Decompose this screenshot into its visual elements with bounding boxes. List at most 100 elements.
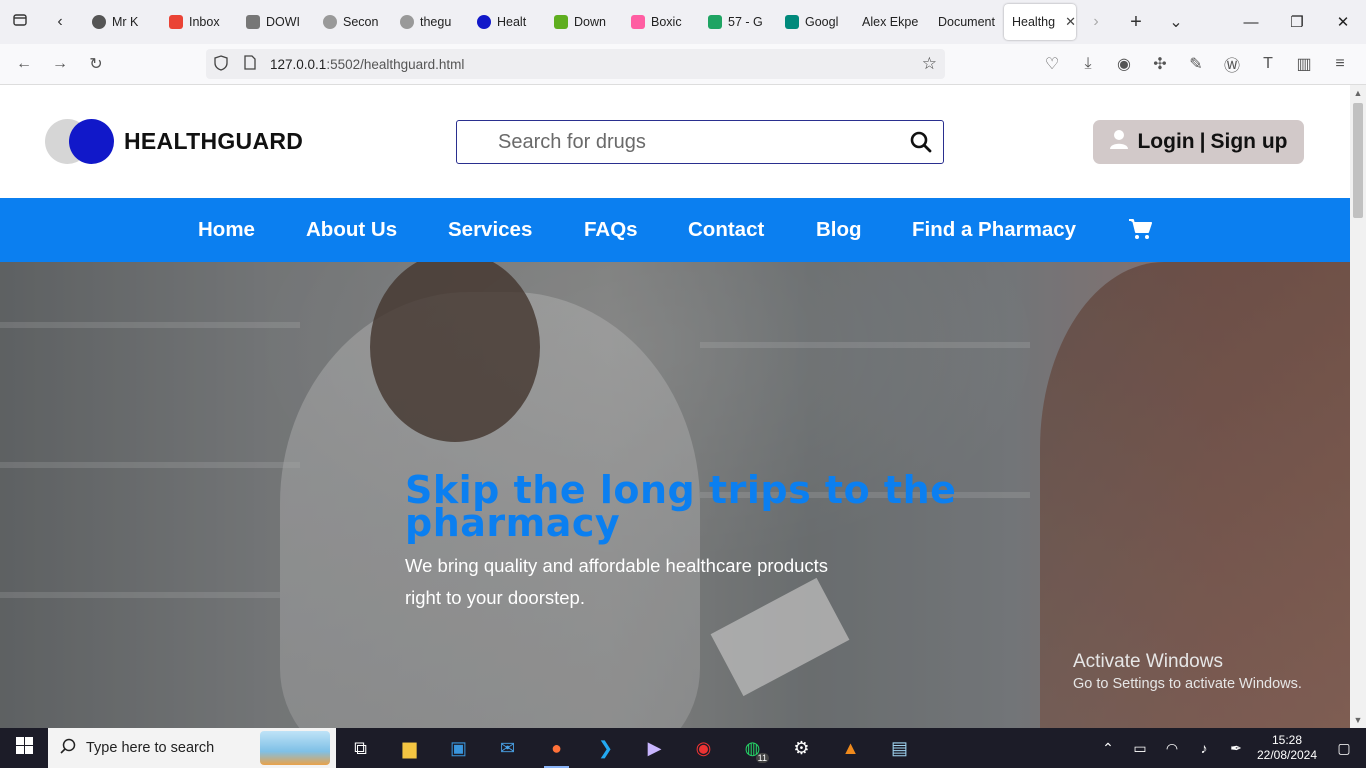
tab-scroll-left-button[interactable]: ‹ [40, 0, 80, 44]
browser-tab-label: Boxic [651, 15, 682, 29]
wordpress-icon: Ⓦ [1223, 58, 1240, 75]
notepad-button[interactable]: ▤ [875, 728, 924, 768]
windows-taskbar: Type here to search ⧉ ▆ ▣ ✉ ● ❯ ▶ ◉ ◍ 11… [0, 728, 1366, 768]
browser-tab[interactable]: thegu [392, 4, 469, 40]
file-explorer-button[interactable]: ▆ [385, 728, 434, 768]
site-logo[interactable]: HEALTHGUARD [45, 119, 303, 164]
activate-windows-subtitle: Go to Settings to activate Windows. [1073, 676, 1302, 692]
nav-faqs[interactable]: FAQs [584, 218, 638, 242]
url-host: 127.0.0.1 [270, 56, 327, 72]
media-player-button[interactable]: ▶ [630, 728, 679, 768]
reload-button[interactable]: ↻ [78, 46, 114, 82]
login-signup-button[interactable]: Login | Sign up [1093, 120, 1304, 164]
hamburger-icon: ≡ [1335, 55, 1345, 72]
browser-tab-label: DOWI [266, 15, 301, 29]
tab-close-icon[interactable]: ✕ [1065, 14, 1076, 30]
browser-tab-label: Healt [497, 15, 527, 29]
menu-button[interactable]: ≡ [1322, 46, 1358, 82]
scroll-up-arrow-icon[interactable]: ▲ [1350, 85, 1366, 101]
cart-icon[interactable] [1128, 218, 1152, 246]
task-view-button[interactable]: ⧉ [336, 728, 385, 768]
wordpress-extension-button[interactable]: Ⓦ [1214, 46, 1250, 82]
taskbar-search-box[interactable]: Type here to search [48, 728, 336, 768]
nav-blog[interactable]: Blog [816, 218, 862, 242]
browser-tab-label: thegu [420, 15, 452, 29]
nav-about-us[interactable]: About Us [306, 218, 397, 242]
vlc-button[interactable]: ▲ [826, 728, 875, 768]
account-icon: ◉ [1117, 56, 1131, 73]
minimize-window-button[interactable]: — [1228, 0, 1274, 44]
firefox-icon: ● [551, 737, 562, 758]
tab-scroll-right-button[interactable]: › [1076, 0, 1116, 44]
nav-home[interactable]: Home [198, 218, 255, 242]
wifi-icon[interactable]: ◠ [1156, 740, 1188, 757]
browser-tab[interactable]: Document [930, 4, 1002, 40]
battery-icon[interactable]: ▭ [1124, 740, 1156, 757]
browser-tab-label: 57 - G [728, 15, 763, 29]
chevron-up-icon[interactable]: ⌃ [1092, 740, 1124, 757]
scrollbar-thumb[interactable] [1353, 103, 1363, 218]
puzzle-icon: ✣ [1153, 56, 1167, 73]
start-button[interactable] [0, 728, 48, 768]
whatsapp-button[interactable]: ◍ 11 [728, 728, 777, 768]
nav-contact[interactable]: Contact [688, 218, 764, 242]
page-scrollbar[interactable]: ▲ ▼ [1350, 85, 1366, 728]
signup-label: Sign up [1210, 130, 1288, 153]
browser-tab[interactable]: Inbox [161, 4, 238, 40]
vscode-button[interactable]: ❯ [581, 728, 630, 768]
search-icon[interactable] [899, 122, 943, 162]
taskbar-search-placeholder: Type here to search [86, 740, 215, 756]
chevron-left-icon: ‹ [57, 13, 63, 30]
bookmark-star-icon[interactable]: ☆ [922, 54, 937, 74]
shield-icon [214, 54, 234, 74]
logo-blue-circle [69, 119, 114, 164]
account-button[interactable]: ◉ [1106, 46, 1142, 82]
healthguard-icon [477, 15, 491, 29]
browser-tab[interactable]: Mr K [84, 4, 161, 40]
list-all-tabs-button[interactable]: ⌄ [1156, 0, 1196, 44]
tab-overview-button[interactable] [0, 0, 40, 44]
close-window-button[interactable]: ✕ [1320, 0, 1366, 44]
folder-icon: ▆ [402, 737, 417, 758]
nav-services[interactable]: Services [448, 218, 532, 242]
extensions-button[interactable]: ✣ [1142, 46, 1178, 82]
screen-recorder-button[interactable]: ◉ [679, 728, 728, 768]
restore-window-button[interactable]: ❐ [1274, 0, 1320, 44]
browser-tab[interactable]: Boxic [623, 4, 700, 40]
mail-button[interactable]: ✉ [483, 728, 532, 768]
download-page-icon [246, 15, 260, 29]
pocket-button[interactable]: ♡ [1034, 46, 1070, 82]
boxicons-icon [631, 15, 645, 29]
tab-active[interactable]: Healthg ✕ [1004, 4, 1076, 40]
forward-button[interactable]: → [42, 46, 78, 82]
notification-icon[interactable]: ▢ [1322, 740, 1366, 757]
browser-tab[interactable]: Alex Ekpe [854, 4, 930, 40]
restore-icon: ❐ [1290, 14, 1304, 31]
pocket-icon: ♡ [1044, 56, 1060, 73]
new-tab-button[interactable]: + [1116, 0, 1156, 44]
microsoft-store-button[interactable]: ▣ [434, 728, 483, 768]
drug-search-input[interactable] [457, 122, 899, 162]
browser-tab[interactable]: Healt [469, 4, 546, 40]
pen-icon[interactable]: ✒ [1220, 740, 1252, 757]
nav-find-a-pharmacy[interactable]: Find a Pharmacy [912, 218, 1076, 242]
vlc-cone-icon: ▲ [841, 737, 860, 758]
plus-icon: + [1130, 10, 1142, 33]
text-extension-button[interactable]: T [1250, 46, 1286, 82]
scroll-down-arrow-icon[interactable]: ▼ [1350, 712, 1366, 728]
browser-tab[interactable]: Secon [315, 4, 392, 40]
settings-button[interactable]: ⚙ [777, 728, 826, 768]
browser-tab[interactable]: Down [546, 4, 623, 40]
back-button[interactable]: ← [6, 46, 42, 82]
firefox-button[interactable]: ● [532, 728, 581, 768]
browser-tab[interactable]: 57 - G [700, 4, 777, 40]
system-tray: ⌃ ▭ ◠ ♪ ✒ 15:28 22/08/2024 ▢ [1092, 728, 1366, 768]
taskbar-clock[interactable]: 15:28 22/08/2024 [1252, 733, 1322, 763]
browser-tab[interactable]: Googl [777, 4, 854, 40]
sidebar-button[interactable]: ▥ [1286, 46, 1322, 82]
volume-icon[interactable]: ♪ [1188, 740, 1220, 756]
browser-tab[interactable]: DOWI [238, 4, 315, 40]
colorpicker-button[interactable]: ✎ [1178, 46, 1214, 82]
address-bar[interactable]: 127.0.0.1:5502/healthguard.html ☆ [206, 49, 945, 79]
downloads-button[interactable]: ⤓ [1070, 46, 1106, 82]
